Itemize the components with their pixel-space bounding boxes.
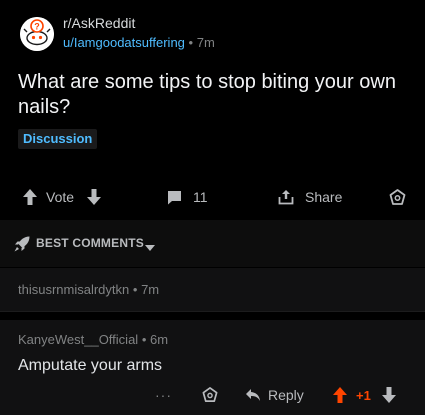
reply-icon [245,388,261,402]
comment-time: 6m [150,332,169,347]
post-meta: u/Iamgoodatsuffering • 7m [63,35,215,50]
award-icon [201,386,219,404]
comment-vote-group: +1 [332,382,397,408]
comments-button[interactable]: 11 [166,182,208,212]
sort-label: BEST COMMENTS [36,236,144,250]
chevron-down-icon [145,239,155,257]
more-icon: ··· [155,387,172,403]
post-title[interactable]: What are some tips to stop biting your o… [18,70,408,120]
subreddit-avatar[interactable]: ? [20,17,54,51]
upvote-icon[interactable] [332,386,348,404]
share-button[interactable]: Share [277,182,342,212]
comment-time: 7m [141,282,160,297]
meta-separator: • [132,282,138,297]
comment: KanyeWest__Official • 6m Amputate your a… [0,320,425,415]
comment-meta: KanyeWest__Official • 6m [18,332,168,347]
comment-score: +1 [356,387,371,403]
post-flair[interactable]: Discussion [18,129,98,149]
upvote-icon[interactable] [22,188,38,206]
reply-label: Reply [268,387,304,403]
downvote-icon[interactable] [381,386,397,404]
subreddit-name[interactable]: r/AskReddit [63,15,135,31]
rocket-icon [13,235,31,258]
award-icon [388,188,407,207]
more-options-button[interactable]: ··· [155,382,172,408]
comment-actions-bar: ··· Reply +1 [0,382,425,408]
collapsed-comment[interactable]: thisusrnmisalrdytkn • 7m [0,268,425,312]
comment-author[interactable]: thisusrnmisalrdytkn [18,282,129,297]
post-author[interactable]: u/Iamgoodatsuffering [63,35,185,50]
vote-group: Vote [22,182,102,212]
reply-button[interactable]: Reply [245,382,304,408]
comment-body: Amputate your arms [18,357,163,374]
share-icon [277,188,295,206]
post-actions-bar: Vote 11 Share [0,182,425,212]
award-button[interactable] [388,182,407,212]
comment-meta: thisusrnmisalrdytkn • 7m [18,282,159,297]
post-header: ? r/AskReddit u/Iamgoodatsuffering • 7m [0,0,425,60]
award-button[interactable] [201,382,219,408]
comment-icon [166,189,183,206]
svg-text:?: ? [34,22,40,32]
share-label: Share [305,189,343,205]
comment-author[interactable]: KanyeWest__Official [18,332,138,347]
comment-sort-bar[interactable]: BEST COMMENTS [0,220,425,267]
vote-label: Vote [46,189,75,205]
post-time: 7m [196,35,215,50]
meta-separator: • [188,35,194,50]
meta-separator: • [141,332,147,347]
snoo-icon: ? [20,17,54,51]
downvote-icon[interactable] [86,188,102,206]
comment-count: 11 [193,189,208,205]
